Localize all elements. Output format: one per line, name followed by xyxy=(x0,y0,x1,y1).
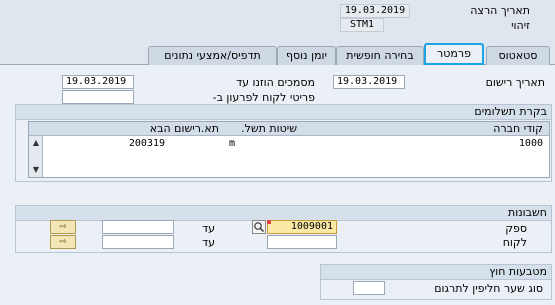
run-date-field[interactable]: 19.03.2019 xyxy=(340,4,410,18)
customer-from-field[interactable] xyxy=(267,235,337,249)
payment-control-title: בקרת תשלומים xyxy=(16,105,551,120)
docs-until-label: מסמכים הוזנו עד xyxy=(236,76,315,89)
posting-date-label: תאריך רישום xyxy=(485,76,545,89)
vendor-label: ספק xyxy=(505,222,527,235)
foreign-currency-title: מטבעות חוץ xyxy=(321,265,551,280)
vendor-from-field[interactable]: 1009001 xyxy=(267,220,337,234)
vendor-to-label: עד xyxy=(202,222,215,235)
id-field[interactable]: STM1 xyxy=(340,18,384,32)
search-icon[interactable] xyxy=(252,220,266,234)
accounts-title: חשבונות xyxy=(16,206,551,221)
vendor-to-field[interactable] xyxy=(102,220,174,234)
id-label: זיהוי xyxy=(511,19,530,32)
table-header: קודי חברה שיטות תשל. תא.רישום הבא xyxy=(29,122,549,136)
required-marker xyxy=(267,220,271,224)
multiple-selection-customer-button[interactable]: ⇨ xyxy=(50,235,76,249)
table-row-company-code[interactable]: 1000 xyxy=(519,138,543,150)
customer-label: לקוח xyxy=(502,236,527,249)
tab-additional-log[interactable]: יומן נוסף xyxy=(277,46,336,65)
multiple-selection-vendor-button[interactable]: ⇨ xyxy=(50,220,76,234)
customer-items-label: פריטי לקוח לפרעון ב- xyxy=(212,91,315,104)
col-pay-methods[interactable]: שיטות תשל. xyxy=(241,122,297,135)
scroll-down-icon[interactable]: ▼ xyxy=(31,165,41,175)
customer-items-field[interactable] xyxy=(62,90,134,104)
posting-date-field[interactable]: 19.03.2019 xyxy=(333,75,405,89)
payment-control-group: בקרת תשלומים קודי חברה שיטות תשל. תא.ריש… xyxy=(15,104,552,182)
col-company-code[interactable]: קודי חברה xyxy=(493,122,543,135)
customer-to-field[interactable] xyxy=(102,235,174,249)
table-scrollbar[interactable]: ▲ ▼ xyxy=(29,136,43,177)
tab-parameter[interactable]: פרמטר xyxy=(424,43,484,65)
tab-status[interactable]: סטאטוס xyxy=(486,46,550,65)
rate-type-field[interactable] xyxy=(353,281,385,295)
col-next-posting[interactable]: תא.רישום הבא xyxy=(150,122,219,135)
table-row-pay-methods[interactable]: m xyxy=(229,138,235,150)
rate-type-label: סוג שער חליפין לתרגום xyxy=(434,282,543,295)
run-date-label: תאריך הרצה xyxy=(470,4,530,17)
scroll-up-icon[interactable]: ▲ xyxy=(31,138,41,148)
customer-to-label: עד xyxy=(202,236,215,249)
tab-free-selection[interactable]: בחירה חופשית xyxy=(336,46,424,65)
table-row-next-posting[interactable]: 200319 xyxy=(129,138,165,150)
payment-control-table: קודי חברה שיטות תשל. תא.רישום הבא ▲ ▼ 10… xyxy=(28,121,550,178)
tab-printout[interactable]: תדפיס/אמצעי נתונים xyxy=(148,46,277,65)
docs-until-field[interactable]: 19.03.2019 xyxy=(62,75,134,89)
